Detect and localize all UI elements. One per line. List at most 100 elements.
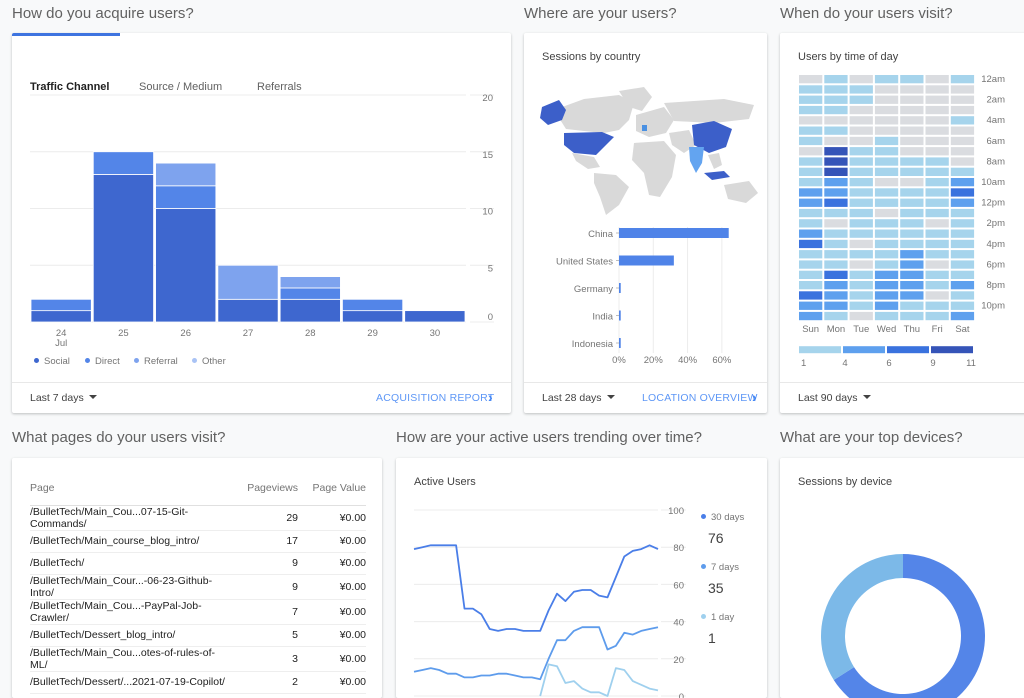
page-path-cell[interactable]: /BulletTech/Main_Cour...-06-23-Github-In… [30,574,228,600]
caret-down-icon [862,395,871,399]
table-row[interactable]: /BulletTech/Main_Cour...-06-23-Github-In… [30,574,366,600]
legend-direct: Direct [85,356,120,367]
heatmap-cell [950,157,975,166]
heatmap-cell [925,198,949,207]
table-row[interactable]: /BulletTech/Main_Cou...otes-of-rules-of-… [30,646,366,672]
heatmap-cell [874,239,899,249]
active-users-card: Active Users 0 20 40 60 80 100 30 days 76 7 d… [396,458,767,698]
acquisition-report-link[interactable]: ACQUISITION REPORT [376,392,494,404]
heatmap-cell [799,136,823,146]
heatmap-cell [874,281,899,290]
legend-dot-direct [85,358,90,363]
heatmap-cell [849,157,873,166]
y-tick-label: 5 [488,263,493,274]
page-path-cell[interactable]: /BulletTech/Dessert_blog_intro/ [30,624,228,647]
scale-tick-label: 11 [966,358,976,369]
heatmap-cell [849,270,873,279]
heatmap-cell [799,75,823,84]
table-row[interactable]: /BulletTech/Main_Cou...-PayPal-Job-Crawl… [30,599,366,625]
page-path-cell[interactable]: /BulletTech/Main_Cou...otes-of-rules-of-… [30,646,228,672]
heatmap-cell [849,147,873,156]
table-row[interactable]: /BulletTech/Main_Cou...07-15-Git-Command… [30,505,366,531]
y-tick-label: 0 [488,312,493,323]
heatmap-cell [874,250,899,259]
heatmap-cell [824,126,848,135]
heatmap-cell [799,167,823,176]
heatmap-cell [799,85,823,94]
heatmap-cell [900,178,924,187]
heatmap-cell [849,75,873,84]
country-bar-chart: 0% 20% 40% 60% China United States Germany Indi… [556,227,732,363]
heatmap-cell [925,301,949,310]
heatmap-cell [799,188,823,197]
location-date-range-dropdown[interactable]: Last 28 days [542,392,615,404]
heatmap-cell [874,136,899,146]
location-footer: Last 28 days LOCATION OVERVIEW › [524,382,767,413]
heatmap-cell [799,147,823,156]
heatmap-cell [799,311,823,321]
heatmap-cell [950,311,975,321]
bar-segment-referral [155,162,217,187]
heatmap-cell [925,188,949,197]
page-path-cell[interactable]: /BulletTech/ [30,552,228,575]
country-bar [619,255,674,266]
heatmap-cell [925,178,949,187]
time-date-range-dropdown[interactable]: Last 90 days [798,392,871,404]
acquire-date-range-dropdown[interactable]: Last 7 days [30,392,97,404]
page-path-cell[interactable]: /BulletTech/Dessert/...2021-07-19-Copilo… [30,671,228,694]
heatmap-cell [874,75,899,84]
table-row[interactable]: /BulletTech/Dessert/...2021-07-19-Copilo… [30,671,366,694]
table-row[interactable]: /BulletTech/9 ¥0.00 [30,552,366,575]
table-row[interactable]: /BulletTech/Dessert_blog_intro/5 ¥0.00 [30,624,366,647]
location-overview-link[interactable]: LOCATION OVERVIEW [642,392,758,404]
heatmap-cell [849,208,873,218]
heatmap-cell [925,95,949,104]
column-header-page[interactable]: Page [30,472,228,506]
bar-segment-direct [92,151,154,175]
heatmap-cell [874,219,899,228]
heatmap-cell [849,178,873,187]
map-russia [664,99,754,123]
page-value-cell: ¥0.00 [298,505,366,531]
heatmap-cell [900,188,924,197]
page-path-cell[interactable]: /BulletTech/Main_Cou...07-15-Git-Command… [30,505,228,531]
heatmap-cell [824,311,848,321]
heatmap-cell [849,229,873,238]
hour-label: 6pm [987,259,1006,270]
heatmap-cell [950,250,975,259]
page-value-cell: ¥0.00 [298,552,366,575]
day-label: Wed [877,324,896,335]
heatmap-cell [824,75,848,84]
page-path-cell[interactable]: /BulletTech/Main_course_blog_intro/ [30,530,228,553]
heatmap-cell [925,167,949,176]
pageviews-cell: 9 [228,574,298,600]
y-tick-label: 15 [482,150,493,161]
x-tick-label: 29 [367,328,378,339]
heatmap-cell [874,301,899,310]
heatmap-cell [874,270,899,279]
page-path-cell[interactable]: /BulletTech/Main_Cou...-PayPal-Job-Crawl… [30,599,228,625]
column-header-pageviews[interactable]: Pageviews [228,472,298,506]
legend-dot-referral [134,358,139,363]
x-tick-label: 20% [644,355,664,363]
heatmap-cell [900,291,924,300]
chevron-right-icon[interactable]: › [752,389,757,405]
heatmap-cell [925,126,949,135]
heatmap-cell [900,136,924,146]
heatmap-cell [950,167,975,176]
heatmap-cell [950,126,975,135]
y-tick-label: 40 [673,618,684,629]
heatmap-cell [874,167,899,176]
day-label: Mon [827,324,845,335]
pages-table: Page Pageviews Page Value /BulletTech/Ma… [30,472,366,694]
column-header-page-value[interactable]: Page Value [298,472,366,506]
heatmap-cell [799,291,823,300]
heatmap-cell [900,95,924,104]
chevron-right-icon[interactable]: › [488,389,493,405]
heatmap-cell [925,270,949,279]
x-tick-label: 25 [118,328,129,339]
y-tick-label: 20 [673,655,684,666]
heatmap-cell [900,116,924,125]
table-row[interactable]: /BulletTech/Main_course_blog_intro/17 ¥0.… [30,530,366,553]
scale-tick-label: 9 [930,358,935,369]
